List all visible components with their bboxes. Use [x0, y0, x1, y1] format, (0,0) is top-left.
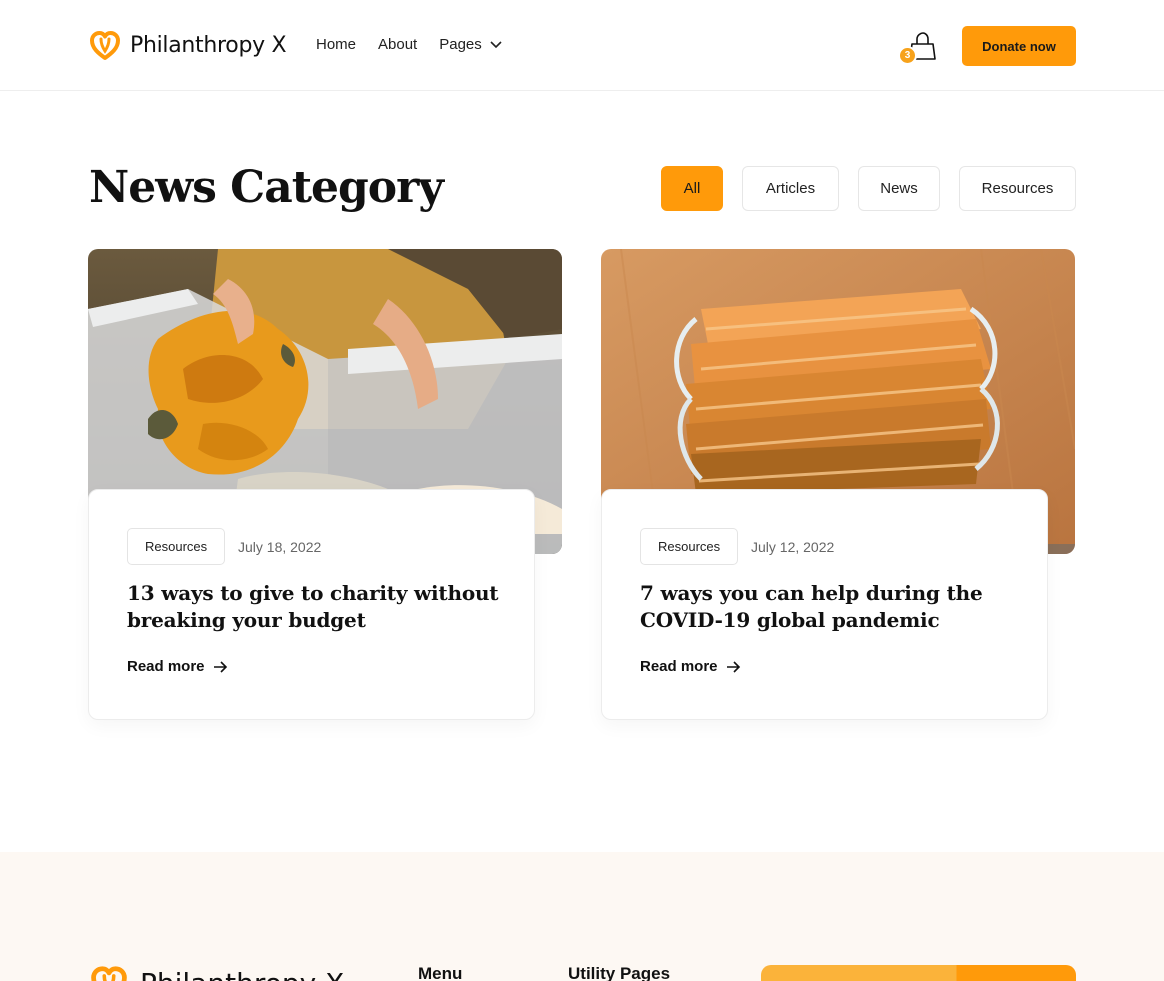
category-tag[interactable]: Resources: [640, 528, 739, 565]
footer-donate-card: [761, 965, 1076, 981]
heart-logo-icon: [90, 31, 120, 60]
read-more-label: Read more: [640, 658, 718, 675]
page-title: News Category: [89, 162, 444, 213]
filter-resources[interactable]: Resources: [959, 166, 1076, 211]
site-footer: Philanthropy X Menu Utility Pages: [0, 852, 1164, 981]
arrow-right-icon: [213, 660, 227, 673]
card-title[interactable]: 13 ways to give to charity without break…: [127, 580, 507, 634]
heart-logo-icon: [91, 966, 127, 981]
footer-brand-name: Philanthropy X: [140, 967, 344, 981]
read-more-link[interactable]: Read more: [127, 658, 228, 675]
filter-news[interactable]: News: [858, 166, 940, 211]
read-more-label: Read more: [127, 658, 205, 675]
donate-button[interactable]: Donate now: [962, 26, 1076, 66]
footer-menu-heading: Menu: [418, 964, 463, 981]
post-date: July 12, 2022: [751, 539, 835, 555]
card-title[interactable]: 7 ways you can help during the COVID-19 …: [640, 580, 1020, 634]
cart-button[interactable]: 3: [898, 30, 938, 66]
nav-pages-label: Pages: [439, 36, 482, 53]
read-more-link[interactable]: Read more: [640, 658, 741, 675]
footer-brand-logo[interactable]: Philanthropy X: [88, 964, 344, 981]
nav-home[interactable]: Home: [316, 36, 356, 53]
footer-utility-heading: Utility Pages: [568, 964, 671, 981]
card-content: Resources July 18, 2022 13 ways to give …: [88, 489, 535, 720]
brand-logo[interactable]: Philanthropy X: [88, 29, 287, 61]
filter-articles[interactable]: Articles: [742, 166, 839, 211]
main-nav: Home About Pages: [316, 36, 502, 53]
card-content: Resources July 12, 2022 7 ways you can h…: [601, 489, 1048, 720]
brand-name: Philanthropy X: [130, 32, 287, 58]
site-header: Philanthropy X Home About Pages 3 Donate…: [0, 0, 1164, 91]
arrow-right-icon: [726, 660, 740, 673]
post-date: July 18, 2022: [238, 539, 322, 555]
filter-all[interactable]: All: [661, 166, 723, 211]
chevron-down-icon: [490, 40, 502, 48]
nav-pages[interactable]: Pages: [439, 36, 502, 53]
category-tag[interactable]: Resources: [127, 528, 226, 565]
cart-count-badge: 3: [898, 46, 917, 65]
nav-about[interactable]: About: [378, 36, 417, 53]
